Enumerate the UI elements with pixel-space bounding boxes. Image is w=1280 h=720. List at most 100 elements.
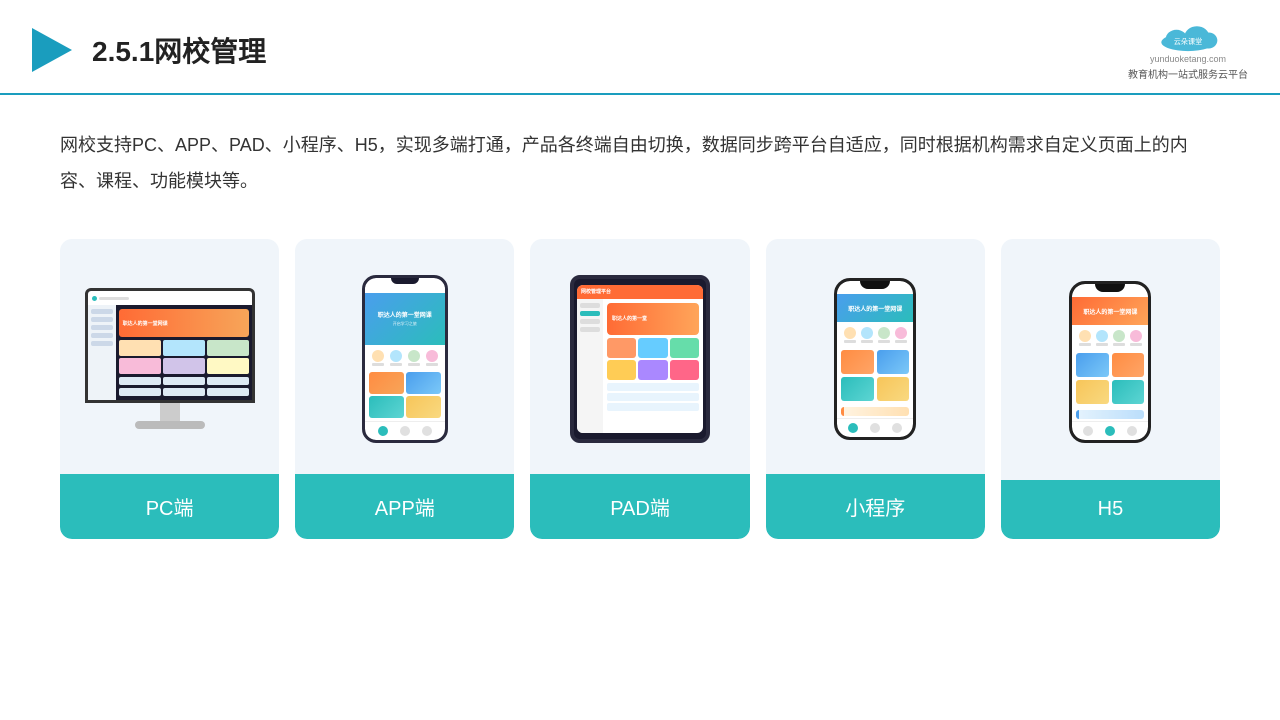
phone2-screen-miniapp: 职达人的第一堂网课 [837, 281, 913, 437]
phone-icon-circle [426, 350, 438, 362]
phone-bottom-nav [365, 421, 445, 440]
sc-header [88, 291, 252, 305]
pad-grid-item [638, 360, 667, 380]
phone2-course-item [877, 377, 910, 401]
phone-banner: 职达人的第一堂网课 开启学习之旅 [365, 293, 445, 345]
phone2-icon-h5-3 [1113, 330, 1125, 346]
card-pad: 网校管理平台 职达人的第一堂 [530, 239, 749, 539]
phone-icon-label [408, 363, 420, 366]
pad-nav-item [580, 327, 600, 332]
sc-sidebar [88, 305, 116, 400]
card-image-app: 职达人的第一堂网课 开启学习之旅 [295, 239, 514, 474]
sc-banner: 职达人的第一堂网课 [119, 309, 249, 337]
phone2-course-item [877, 350, 910, 374]
phone-icon-1 [372, 350, 384, 366]
pad-grid-item [670, 360, 699, 380]
phone-course-card [369, 372, 404, 394]
header: 2.5.1网校管理 云朵课堂 yunduoketang.com 教育机构一站式服… [0, 0, 1280, 95]
phone2-notch [860, 281, 890, 289]
logo-tagline: 教育机构一站式服务云平台 [1128, 66, 1248, 81]
card-image-pad: 网校管理平台 职达人的第一堂 [530, 239, 749, 474]
pad-nav-item [580, 319, 600, 324]
phone2-banner-text-h5: 职达人的第一堂网课 [1083, 307, 1137, 316]
card-label-pc: PC端 [60, 474, 279, 539]
phone2-icon-circle [1130, 330, 1142, 342]
sc-card [119, 358, 161, 374]
sc-nav-dot-1 [92, 296, 97, 301]
phone2-icon-text [1130, 343, 1142, 346]
phone2-icon-circle [878, 327, 890, 339]
phone-notch [391, 278, 419, 284]
phone2-bottom-nav [837, 418, 913, 437]
sc-banner-text: 职达人的第一堂网课 [123, 320, 168, 327]
sc-row-item [163, 388, 205, 396]
sc-card [163, 340, 205, 356]
logo-area: 云朵课堂 yunduoketang.com 教育机构一站式服务云平台 [1128, 18, 1248, 81]
phone2-icon-circle [1079, 330, 1091, 342]
phone-course-card [406, 396, 441, 418]
phone-course-card [369, 396, 404, 418]
phone-tab-mine [422, 426, 432, 436]
phone-icon-label [372, 363, 384, 366]
phone2-screen-h5: 职达人的第一堂网课 [1072, 284, 1148, 440]
phone2-icon-text [861, 340, 873, 343]
phone2-course-row [841, 350, 909, 374]
sc-row-item [207, 388, 249, 396]
logo-icon: 云朵课堂 [1148, 18, 1228, 54]
phone2-icon-circle [844, 327, 856, 339]
card-image-h5: 职达人的第一堂网课 [1001, 239, 1220, 480]
pad-sidebar [577, 299, 603, 433]
cards-container: 职达人的第一堂网课 [0, 219, 1280, 569]
phone2-icon-text [844, 340, 856, 343]
sc-sidebar-item [91, 333, 113, 338]
pad-rows [607, 383, 699, 411]
phone2-icon-text [1096, 343, 1108, 346]
pad-banner-inner: 职达人的第一堂 [612, 315, 647, 322]
phone2-icon-h5-1 [1079, 330, 1091, 346]
pad-nav-item-active [580, 311, 600, 316]
phone-icon-circle [372, 350, 384, 362]
phone2-icon-text [878, 340, 890, 343]
sc-body: 职达人的第一堂网课 [88, 305, 252, 400]
phone2-icon-text [1079, 343, 1091, 346]
pad-row [607, 403, 699, 411]
phone2-course-item [1112, 380, 1145, 404]
phone-icon-4 [426, 350, 438, 366]
pad-nav-item [580, 303, 600, 308]
phone2-icon-4 [895, 327, 907, 343]
phone2-courses [837, 346, 913, 405]
header-left: 2.5.1网校管理 [24, 24, 266, 76]
phone2-course-row [841, 377, 909, 401]
monitor-stand [135, 421, 205, 429]
sc-card [207, 358, 249, 374]
phone2-tab-course [870, 423, 880, 433]
screen-content-pc: 职达人的第一堂网课 [88, 291, 252, 400]
phone2-tab-mine-h5 [1127, 426, 1137, 436]
card-label-miniapp: 小程序 [766, 474, 985, 539]
phone2-mockup-miniapp: 职达人的第一堂网课 [834, 278, 916, 440]
phone-icon-2 [390, 350, 402, 366]
description-text: 网校支持PC、APP、PAD、小程序、H5，实现多端打通，产品各终端自由切换，数… [60, 135, 1188, 191]
pad-body: 职达人的第一堂 [577, 299, 703, 433]
pad-mockup: 网校管理平台 职达人的第一堂 [570, 275, 710, 443]
phone-tab-course [400, 426, 410, 436]
card-label-h5: H5 [1001, 480, 1220, 539]
phone-banner-sub: 开启学习之旅 [393, 321, 417, 327]
phone2-bottom-nav-h5 [1072, 421, 1148, 440]
phone2-banner-text: 职达人的第一堂网课 [848, 304, 902, 313]
phone2-course-item [841, 350, 874, 374]
phone2-icon-1 [844, 327, 856, 343]
pad-grid-item [670, 338, 699, 358]
card-app: 职达人的第一堂网课 开启学习之旅 [295, 239, 514, 539]
card-pc: 职达人的第一堂网课 [60, 239, 279, 539]
pad-main: 职达人的第一堂 [603, 299, 703, 433]
phone2-tab-course-h5 [1105, 426, 1115, 436]
sc-row [119, 388, 249, 396]
phone2-course-item [841, 377, 874, 401]
phone-icon-label [426, 363, 438, 366]
phone2-course-item [1076, 353, 1109, 377]
phone2-banner: 职达人的第一堂网课 [837, 294, 913, 322]
sc-row-item [163, 377, 205, 385]
phone2-tab-home [848, 423, 858, 433]
pad-grid [607, 338, 699, 380]
